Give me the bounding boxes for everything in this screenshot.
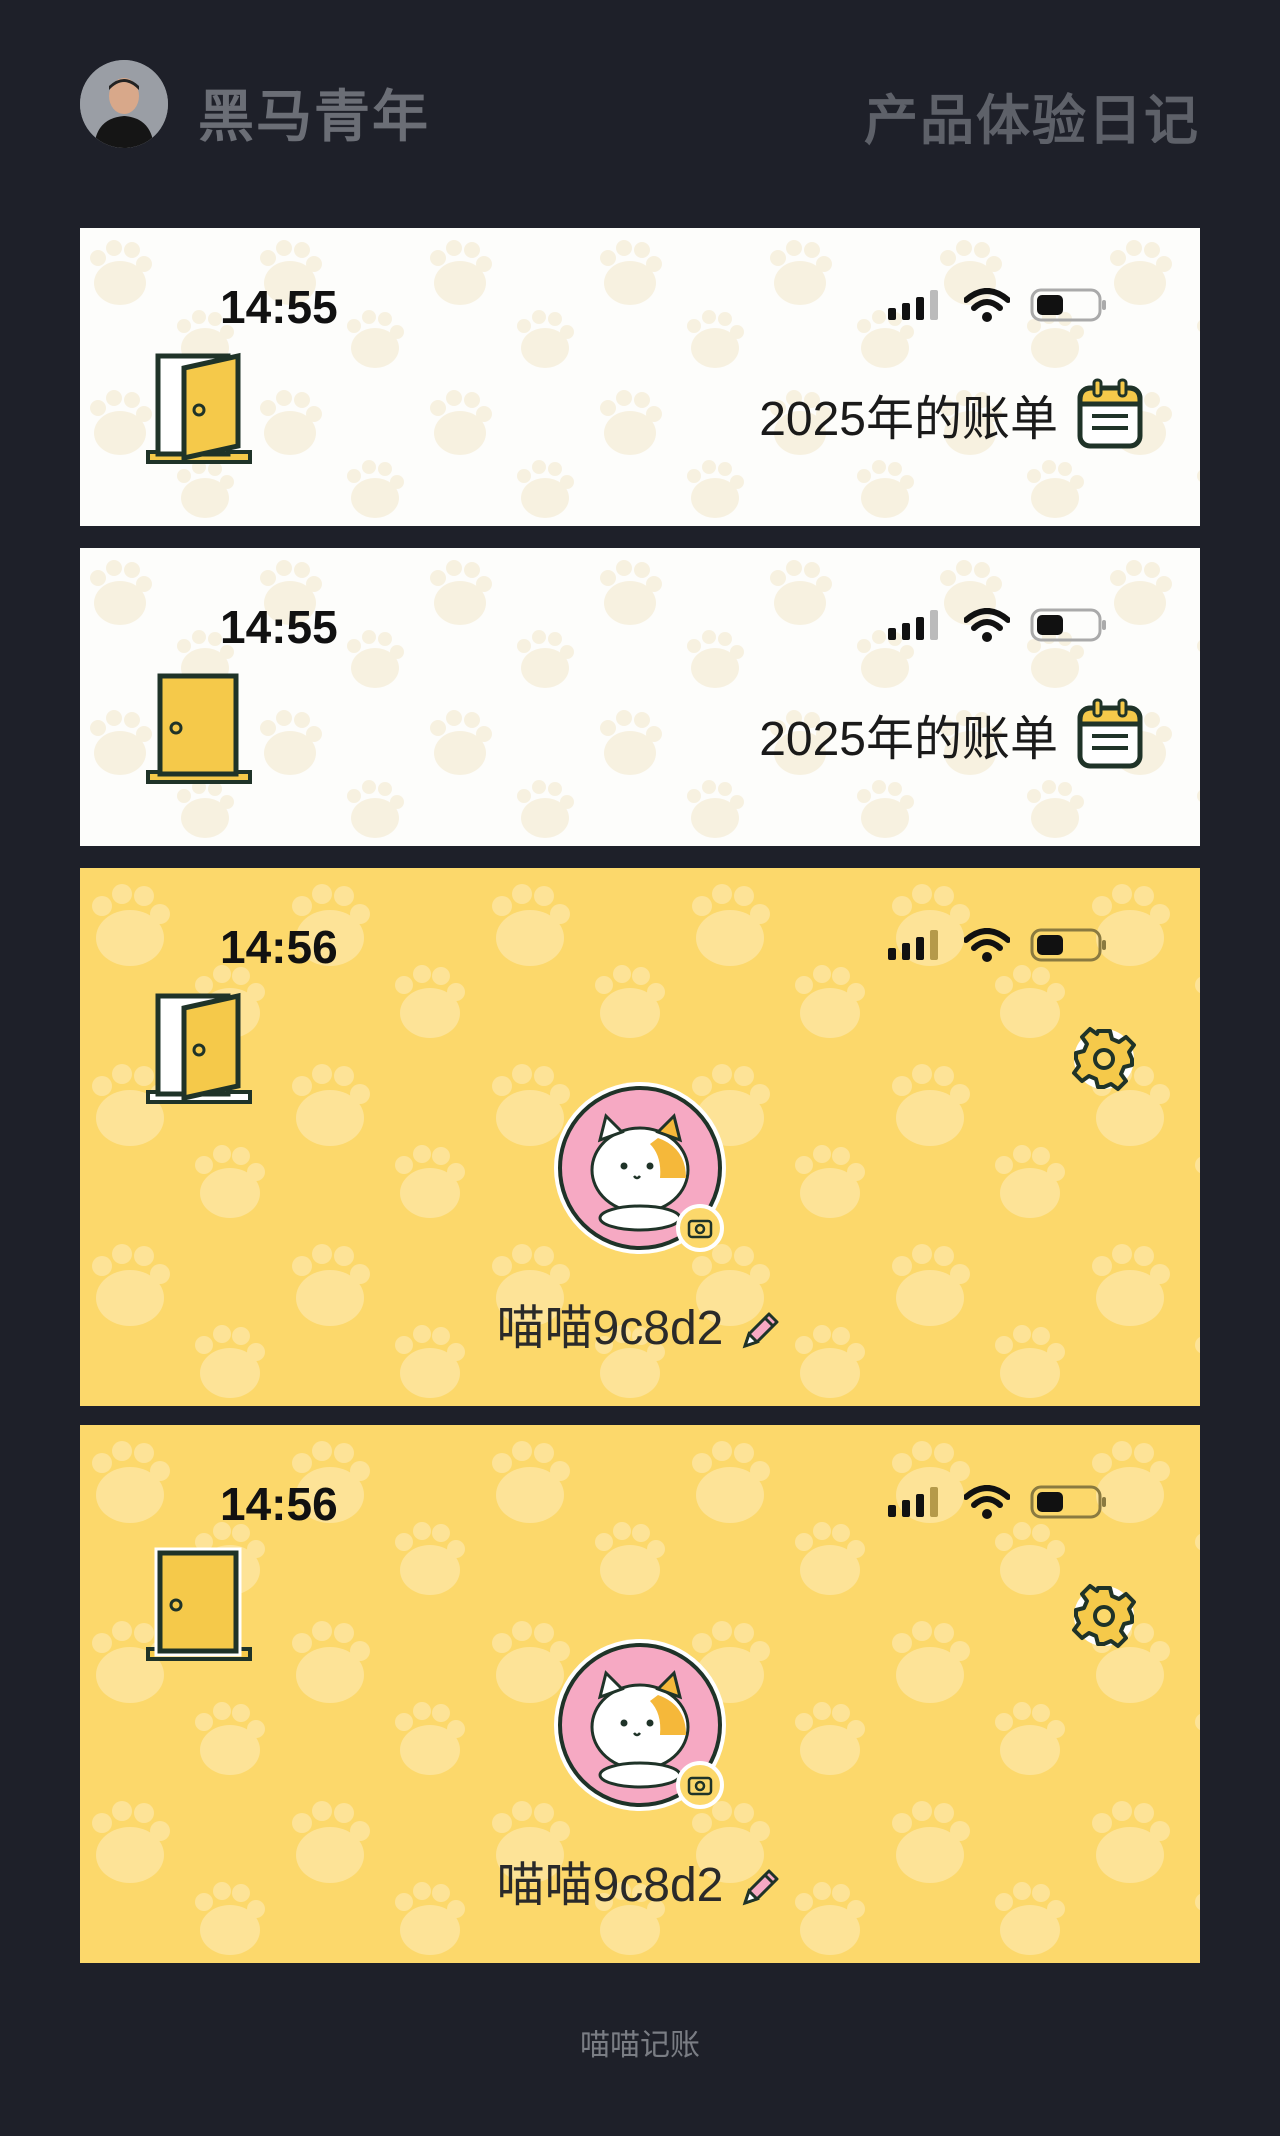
camera-icon[interactable] — [676, 1761, 724, 1809]
gear-icon[interactable] — [1068, 1023, 1140, 1095]
pencil-icon[interactable] — [737, 1308, 783, 1354]
annual-bill-label: 2025年的账单 — [759, 713, 1058, 766]
signal-icon — [888, 610, 938, 640]
nickname: 喵喵9c8d2 — [496, 1302, 724, 1355]
battery-icon — [1030, 928, 1106, 962]
brand-name: 黑马青年 — [198, 85, 430, 148]
signal-icon — [888, 1487, 938, 1517]
wifi-icon — [964, 928, 1010, 962]
profile-avatar[interactable] — [550, 1635, 730, 1815]
calendar-icon — [1077, 698, 1143, 769]
status-time: 14:56 — [220, 1478, 338, 1530]
battery-icon — [1030, 1485, 1106, 1519]
gear-icon[interactable] — [1068, 1580, 1140, 1652]
signal-icon — [888, 930, 938, 960]
wifi-icon — [964, 608, 1010, 642]
header: 黑马青年 产品体验日记 — [0, 0, 1280, 210]
status-bar-icons — [888, 1485, 1108, 1519]
door-icon[interactable] — [144, 668, 254, 788]
screen-bill-door-closed: 14:55 2025年的账单 — [80, 548, 1200, 846]
door-icon[interactable] — [144, 988, 254, 1108]
annual-bill-link[interactable]: 2025年的账单 — [759, 698, 1144, 770]
battery-icon — [1030, 288, 1106, 322]
status-time: 14:55 — [220, 281, 338, 333]
pencil-icon[interactable] — [737, 1865, 783, 1911]
profile-avatar[interactable] — [550, 1078, 730, 1258]
status-bar-icons — [888, 608, 1108, 642]
door-icon[interactable] — [144, 348, 254, 468]
nickname-row[interactable]: 喵喵9c8d2 — [80, 1845, 1200, 1915]
annual-bill-label: 2025年的账单 — [759, 393, 1058, 446]
screen-profile-door-open: 14:56 喵喵9c8d2 — [80, 868, 1200, 1406]
annual-bill-link[interactable]: 2025年的账单 — [759, 378, 1144, 450]
signal-icon — [888, 290, 938, 320]
author-avatar — [80, 60, 168, 148]
calendar-icon — [1077, 378, 1143, 449]
camera-icon[interactable] — [676, 1204, 724, 1252]
page-title: 产品体验日记 — [864, 91, 1200, 151]
screen-profile-door-closed: 14:56 喵喵9c8d2 — [80, 1425, 1200, 1963]
status-time: 14:55 — [220, 601, 338, 653]
status-time: 14:56 — [220, 921, 338, 973]
footer-app-name: 喵喵记账 — [580, 2029, 700, 2062]
status-bar-icons — [888, 928, 1108, 962]
wifi-icon — [964, 288, 1010, 322]
nickname-row[interactable]: 喵喵9c8d2 — [80, 1288, 1200, 1358]
door-icon[interactable] — [144, 1545, 254, 1665]
battery-icon — [1030, 608, 1106, 642]
nickname: 喵喵9c8d2 — [496, 1859, 724, 1912]
status-bar-icons — [888, 288, 1108, 322]
screen-bill-door-open: 14:55 2025年的账单 — [80, 228, 1200, 526]
wifi-icon — [964, 1485, 1010, 1519]
